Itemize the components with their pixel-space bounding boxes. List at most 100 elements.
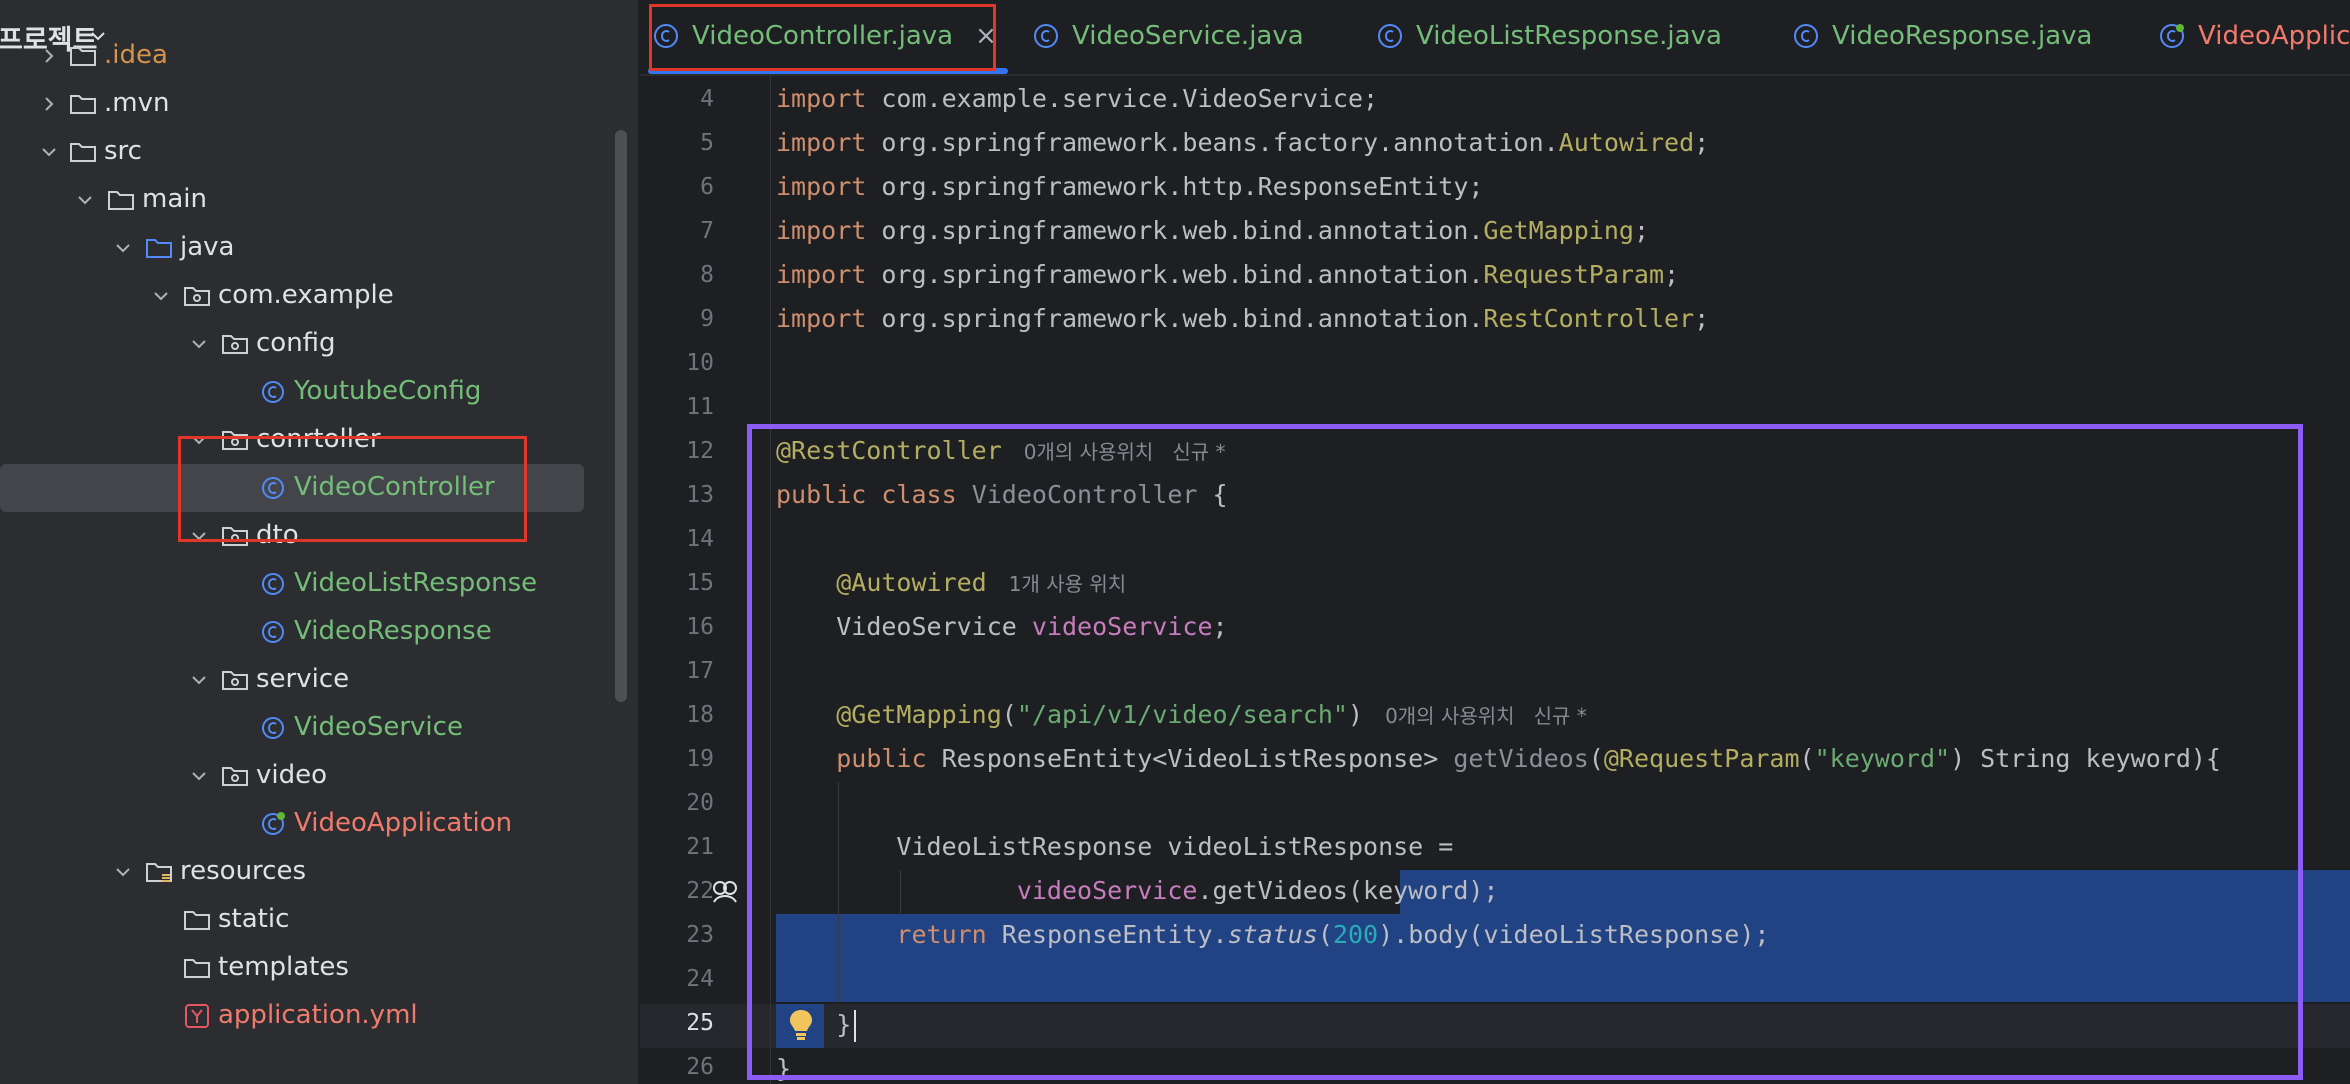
- class-icon: [262, 381, 284, 403]
- tab-label: VideoApplica: [2198, 21, 2350, 51]
- tree-item-label: main: [142, 184, 207, 214]
- tree-item-label: VideoResponse: [294, 616, 492, 646]
- package-icon: [222, 431, 248, 450]
- tree-item[interactable]: application.yml: [0, 992, 620, 1040]
- yaml-icon: [185, 1004, 209, 1028]
- package-icon: [222, 527, 248, 546]
- chevron-down-icon[interactable]: [190, 671, 208, 689]
- line-number: 4: [700, 86, 714, 112]
- tree-item-label: application.yml: [218, 1000, 418, 1030]
- line-number: 7: [700, 218, 714, 244]
- code-line-7: import org.springframework.web.bind.anno…: [776, 216, 1649, 245]
- chevron-down-icon[interactable]: [190, 335, 208, 353]
- tree-item-label: templates: [218, 952, 349, 982]
- tree-item[interactable]: .idea: [0, 32, 620, 80]
- tree-item-label: java: [180, 232, 235, 262]
- tree-item-label: .mvn: [104, 88, 170, 118]
- tree-item[interactable]: YoutubeConfig: [0, 368, 620, 416]
- tree-scrollbar[interactable]: [615, 130, 627, 702]
- tab-label: VideoResponse.java: [1832, 21, 2093, 51]
- tree-item[interactable]: conrtoller: [0, 416, 620, 464]
- tree-item[interactable]: java: [0, 224, 620, 272]
- tree-item[interactable]: VideoService: [0, 704, 620, 752]
- tree-item[interactable]: com.example: [0, 272, 620, 320]
- line-number: 10: [686, 350, 714, 376]
- line-number: 26: [686, 1054, 714, 1080]
- tree-item[interactable]: resources: [0, 848, 620, 896]
- class-icon: [262, 621, 284, 643]
- package-icon: [222, 767, 248, 786]
- tree-item-label: config: [256, 328, 336, 358]
- tree-item-label: VideoApplication: [294, 808, 513, 838]
- lightbulb-icon[interactable]: [788, 1008, 814, 1042]
- tree-item-label: resources: [180, 856, 307, 886]
- chevron-down-icon[interactable]: [190, 527, 208, 545]
- class-icon: [654, 24, 678, 48]
- line-number: 19: [686, 746, 714, 772]
- line-number: 12: [686, 438, 714, 464]
- gutter-separator: [770, 74, 771, 1084]
- chevron-down-icon[interactable]: [76, 191, 94, 209]
- chevron-right-icon[interactable]: [40, 95, 58, 113]
- tree-item[interactable]: VideoApplication: [0, 800, 620, 848]
- line-number: 11: [686, 394, 714, 420]
- tree-item[interactable]: src: [0, 128, 620, 176]
- class-icon: [262, 717, 284, 739]
- tree-item[interactable]: .mvn: [0, 80, 620, 128]
- tab-videoapplica[interactable]: VideoApplica: [2158, 0, 2350, 72]
- line-number: 17: [686, 658, 714, 684]
- chevron-down-icon[interactable]: [40, 143, 58, 161]
- tab-label: VideoService.java: [1072, 21, 1304, 51]
- code-line-26: }: [776, 1054, 792, 1083]
- tab-videocontroller-java[interactable]: VideoController.java ×: [652, 0, 997, 72]
- code-line-13: public class VideoController {: [776, 480, 1228, 509]
- tree-item[interactable]: VideoListResponse: [0, 560, 620, 608]
- tree-item-label: YoutubeConfig: [294, 376, 482, 406]
- tree-item[interactable]: templates: [0, 944, 620, 992]
- code-line-15: @Autowired 1개 사용 위치: [836, 568, 1127, 597]
- chevron-down-icon[interactable]: [190, 767, 208, 785]
- tree-item[interactable]: VideoController: [0, 464, 584, 512]
- close-icon[interactable]: ×: [975, 21, 997, 51]
- chevron-down-icon[interactable]: [152, 287, 170, 305]
- tree-item[interactable]: config: [0, 320, 620, 368]
- line-number: 13: [686, 482, 714, 508]
- tab-videoresponse-java[interactable]: VideoResponse.java: [1792, 0, 2092, 72]
- class-icon: [262, 573, 284, 595]
- tree-item-label: video: [256, 760, 328, 790]
- chevron-down-icon[interactable]: [114, 239, 132, 257]
- package-icon: [222, 335, 248, 354]
- line-number: 22: [686, 878, 714, 904]
- bean-navigation-icon[interactable]: [710, 878, 740, 908]
- line-number: 15: [686, 570, 714, 596]
- code-line-6: import org.springframework.http.Response…: [776, 172, 1484, 201]
- tree-item-label: com.example: [218, 280, 394, 310]
- resources-folder-icon: [146, 863, 172, 882]
- code-line-12: @RestController 0개의 사용위치 신규 *: [776, 436, 1226, 465]
- editor: VideoController.java × VideoService.java Vi…: [640, 0, 2350, 1084]
- line-number: 9: [700, 306, 714, 332]
- folder-icon: [70, 95, 96, 114]
- tree-item[interactable]: main: [0, 176, 620, 224]
- spring-boot-class-icon: [262, 812, 285, 835]
- chevron-down-icon[interactable]: [114, 863, 132, 881]
- tab-videolistresponse-java[interactable]: VideoListResponse.java: [1376, 0, 1722, 72]
- tree-item[interactable]: VideoResponse: [0, 608, 620, 656]
- current-line-highlight: [640, 1004, 2350, 1048]
- tab-videoservice-java[interactable]: VideoService.java: [1032, 0, 1304, 72]
- tree-item[interactable]: video: [0, 752, 620, 800]
- tree-item[interactable]: static: [0, 896, 620, 944]
- tree-item-label: dto: [256, 520, 299, 550]
- tree-item[interactable]: service: [0, 656, 620, 704]
- chevron-right-icon[interactable]: [40, 47, 58, 65]
- tree-item-label: static: [218, 904, 290, 934]
- text-cursor: [854, 1010, 856, 1042]
- tree-item-label: src: [104, 136, 142, 166]
- tab-label: VideoListResponse.java: [1416, 21, 1722, 51]
- folder-icon: [184, 959, 210, 978]
- code-line-8: import org.springframework.web.bind.anno…: [776, 260, 1680, 289]
- tree-item[interactable]: dto: [0, 512, 620, 560]
- package-icon: [184, 287, 210, 306]
- chevron-down-icon[interactable]: [190, 431, 208, 449]
- code-line-19: public ResponseEntity<VideoListResponse>…: [836, 744, 2221, 773]
